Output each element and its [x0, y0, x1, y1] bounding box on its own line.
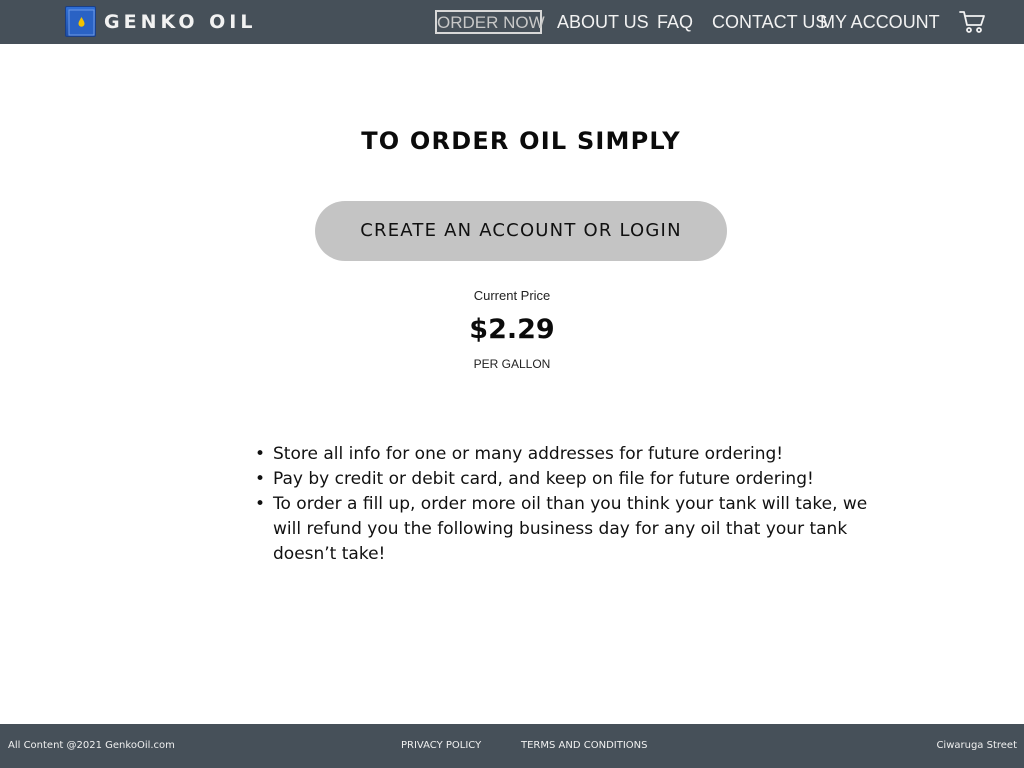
shopping-cart-icon[interactable]: [958, 9, 986, 35]
create-account-login-button[interactable]: CREATE AN ACCOUNT OR LOGIN: [315, 201, 727, 261]
feature-text: Pay by credit or debit card, and keep on…: [273, 469, 814, 489]
current-price-value: $2.29: [469, 314, 555, 345]
copyright-text: All Content @2021 GenkoOil.com: [8, 740, 175, 751]
site-footer: All Content @2021 GenkoOil.com PRIVACY P…: [0, 724, 1024, 768]
page-title: TO ORDER OIL SIMPLY: [361, 127, 681, 155]
terms-and-conditions-link[interactable]: TERMS AND CONDITIONS: [521, 740, 647, 751]
bullet-icon: •: [255, 494, 266, 514]
privacy-policy-link[interactable]: PRIVACY POLICY: [401, 740, 481, 751]
street-address: Ciwaruga Street: [936, 740, 1017, 751]
feature-text: Store all info for one or many addresses…: [273, 444, 784, 464]
feature-text: To order a fill up, order more oil than …: [273, 494, 868, 564]
nav-about-us[interactable]: ABOUT US: [557, 10, 649, 34]
brand-name[interactable]: GENKO OIL: [104, 9, 256, 35]
site-header: GENKO OIL ORDER NOW ABOUT US FAQ CONTACT…: [0, 0, 1024, 44]
features-list: • Store all info for one or many addresse…: [255, 442, 875, 567]
list-item: • Pay by credit or debit card, and keep o…: [255, 467, 875, 492]
oil-drop-logo-icon[interactable]: [65, 6, 96, 37]
current-price-label: Current Price: [473, 288, 551, 303]
price-unit-label: PER GALLON: [473, 357, 551, 371]
nav-contact-us[interactable]: CONTACT US: [712, 10, 827, 34]
nav-order-now[interactable]: ORDER NOW: [435, 10, 545, 34]
list-item: • To order a fill up, order more oil than…: [255, 492, 875, 567]
bullet-icon: •: [255, 469, 266, 489]
list-item: • Store all info for one or many addresse…: [255, 442, 875, 467]
nav-faq[interactable]: FAQ: [657, 10, 693, 34]
bullet-icon: •: [255, 444, 266, 464]
nav-my-account[interactable]: MY ACCOUNT: [820, 10, 940, 34]
